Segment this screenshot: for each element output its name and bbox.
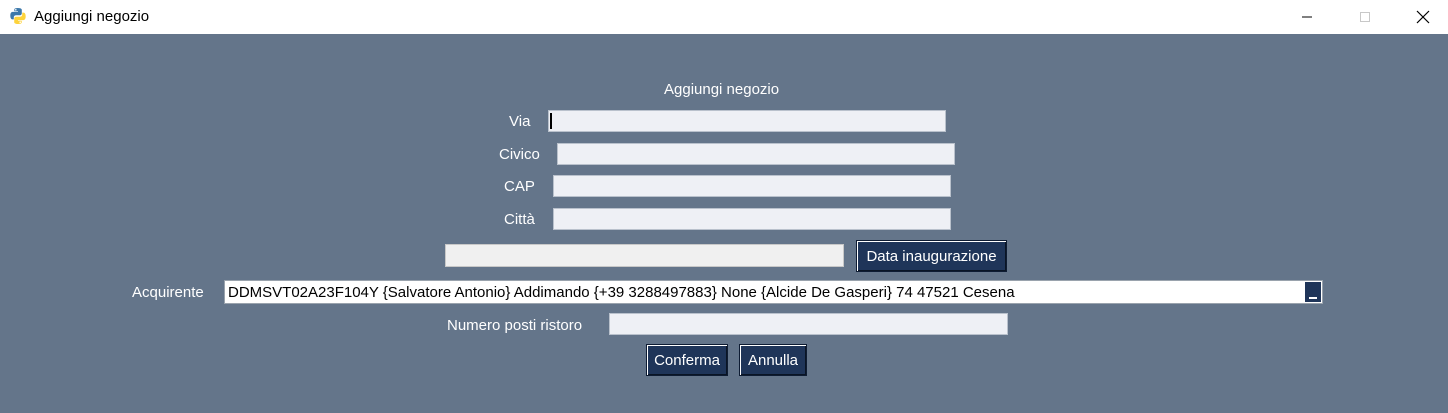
maximize-button[interactable]	[1342, 0, 1388, 34]
via-label: Via	[509, 113, 531, 130]
form-area: Aggiungi negozio Via Civico CAP Città Da…	[0, 34, 1448, 413]
title-bar: Aggiungi negozio	[0, 0, 1448, 34]
form-heading: Aggiungi negozio	[664, 81, 780, 98]
civico-input[interactable]	[557, 143, 955, 165]
numero-posti-ristoro-label: Numero posti ristoro	[447, 317, 583, 334]
minimize-button[interactable]	[1284, 0, 1330, 34]
minimize-icon	[1302, 16, 1312, 18]
chevron-down-icon	[1309, 297, 1317, 299]
annulla-button[interactable]: Annulla	[739, 344, 807, 376]
acquirente-selected-value: DDMSVT02A23F104Y {Salvatore Antonio} Add…	[228, 284, 1015, 301]
data-inaugurazione-button[interactable]: Data inaugurazione	[856, 240, 1007, 272]
close-icon	[1416, 10, 1430, 24]
python-app-icon	[10, 8, 26, 24]
acquirente-select[interactable]: DDMSVT02A23F104Y {Salvatore Antonio} Add…	[224, 280, 1323, 304]
citta-label: Città	[504, 211, 535, 228]
citta-input[interactable]	[553, 208, 951, 230]
numero-posti-ristoro-input[interactable]	[609, 313, 1008, 335]
via-input[interactable]	[548, 110, 946, 132]
window-title: Aggiungi negozio	[34, 8, 150, 25]
conferma-button[interactable]: Conferma	[646, 344, 728, 376]
data-inaugurazione-field	[445, 244, 844, 267]
dropdown-button[interactable]	[1305, 282, 1321, 302]
text-cursor	[550, 113, 552, 129]
cap-input[interactable]	[553, 175, 951, 197]
maximize-icon	[1360, 12, 1370, 22]
cap-label: CAP	[504, 178, 535, 195]
close-button[interactable]	[1400, 0, 1446, 34]
acquirente-label: Acquirente	[132, 284, 204, 301]
civico-label: Civico	[499, 146, 540, 163]
